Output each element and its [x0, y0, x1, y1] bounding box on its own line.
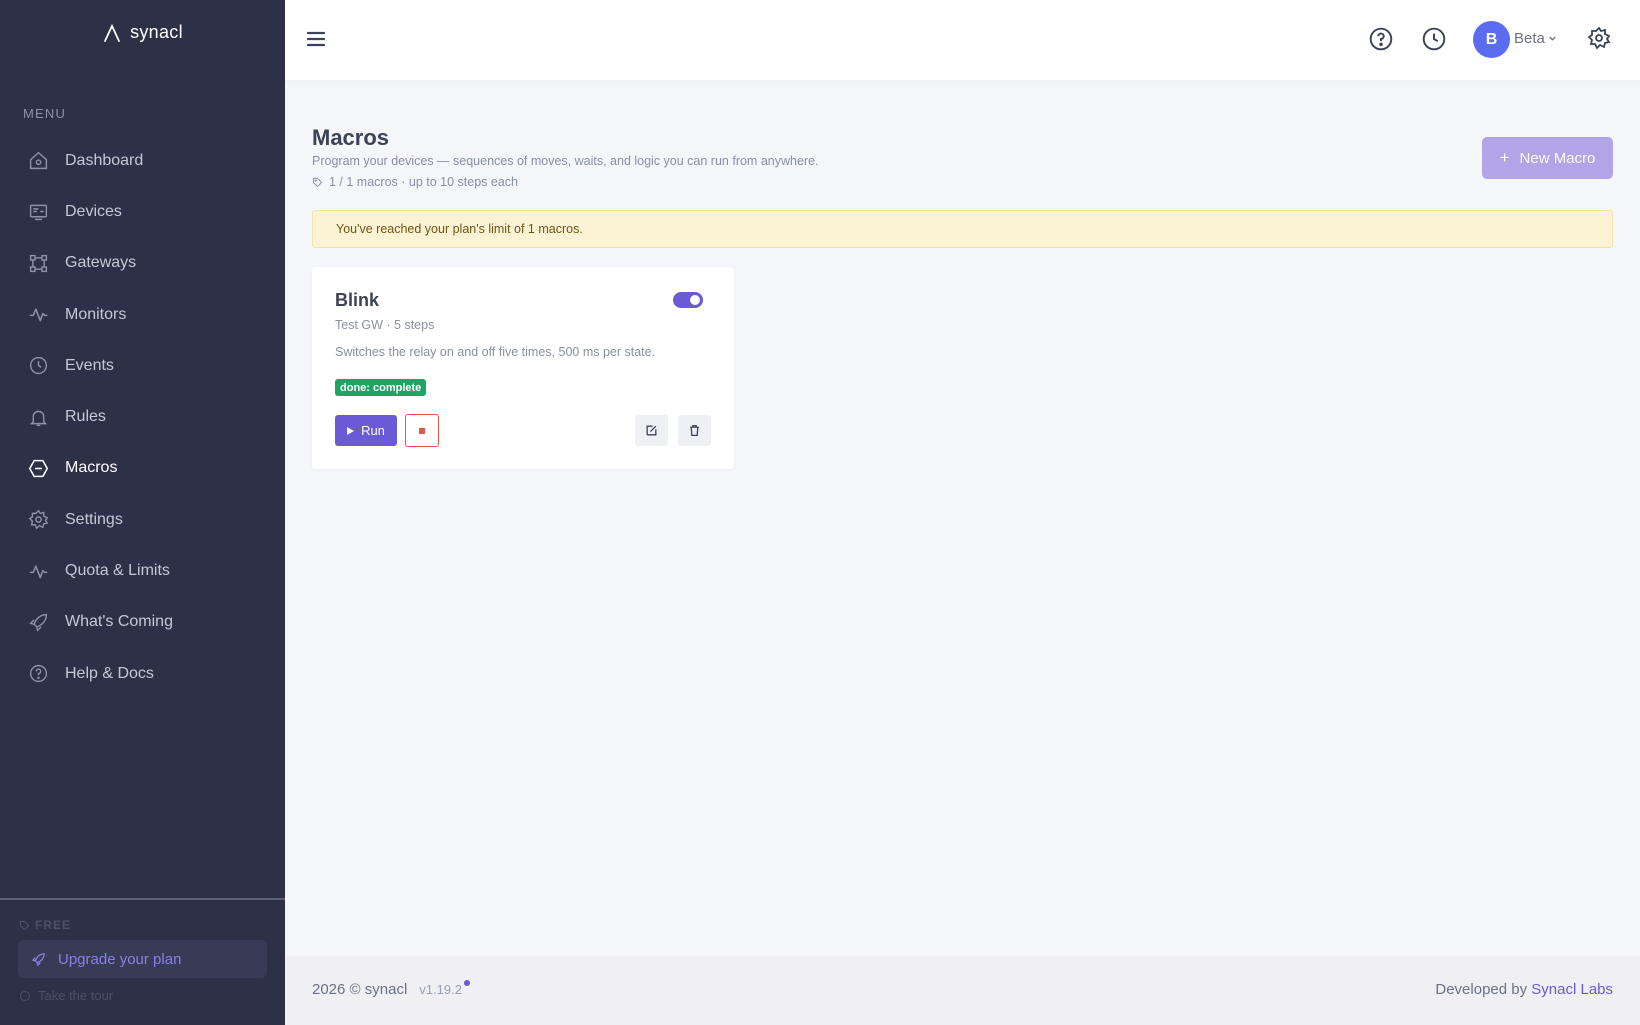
macro-enabled-toggle[interactable]: [673, 292, 703, 308]
gateway-icon: [27, 252, 49, 274]
top-header: B Beta: [285, 0, 1640, 80]
help-icon: [27, 663, 49, 685]
take-tour-link[interactable]: Take the tour: [19, 988, 113, 1003]
sidebar-nav: Dashboard Devices Gateways Monitors Even…: [0, 135, 285, 699]
sidebar-item-help[interactable]: Help & Docs: [0, 648, 285, 699]
sidebar-item-gateways[interactable]: Gateways: [0, 238, 285, 289]
sidebar-item-settings[interactable]: Settings: [0, 494, 285, 545]
help-icon: [20, 990, 30, 1001]
trash-icon: [690, 424, 699, 437]
upgrade-plan-button[interactable]: Upgrade your plan: [18, 940, 267, 978]
macro-card: Blink Test GW · 5 steps Switches the rel…: [312, 267, 734, 469]
take-tour-label: Take the tour: [38, 988, 114, 1003]
macro-description: Switches the relay on and off five times…: [335, 345, 656, 359]
home-icon: [27, 150, 49, 172]
user-name: Beta: [1514, 30, 1545, 47]
sidebar-item-rules[interactable]: Rules: [0, 391, 285, 442]
tag-icon: [312, 177, 323, 187]
sidebar-item-label: Help & Docs: [65, 664, 154, 682]
play-icon: [347, 426, 355, 435]
plan-limit-alert: You've reached your plan's limit of 1 ma…: [312, 210, 1613, 248]
macro-name: Blink: [335, 290, 380, 310]
page-title: Macros: [312, 125, 390, 150]
run-label: Run: [361, 423, 385, 438]
gear-icon: [27, 509, 49, 531]
edit-button[interactable]: [635, 415, 668, 446]
sidebar-item-whats-coming[interactable]: What's Coming: [0, 597, 285, 648]
developed-by: Developed by: [1435, 981, 1528, 998]
sidebar-item-label: Macros: [65, 459, 118, 477]
upgrade-plan-label: Upgrade your plan: [58, 950, 182, 968]
delete-button[interactable]: [678, 415, 711, 446]
macro-usage-text: 1 / 1 macros · up to 10 steps each: [329, 175, 518, 189]
sidebar-item-quota[interactable]: Quota & Limits: [0, 545, 285, 596]
devices-icon: [27, 201, 49, 223]
page-footer: 2026 © synacl v1.19.2 Developed by Synac…: [285, 956, 1640, 1025]
sidebar-item-devices[interactable]: Devices: [0, 186, 285, 237]
pulse-icon: [27, 560, 49, 582]
clock-icon: [27, 355, 49, 377]
sidebar-item-label: Gateways: [65, 254, 137, 272]
company-link[interactable]: Synacl Labs: [1531, 981, 1613, 998]
sidebar-footer: FREE Upgrade your plan Take the tour: [0, 898, 285, 1025]
plan-tier-label: FREE: [35, 918, 72, 932]
sidebar-item-label: Quota & Limits: [65, 562, 170, 580]
update-dot-icon: [463, 980, 470, 986]
sidebar-item-label: Dashboard: [65, 151, 144, 169]
page-subtitle: Program your devices — sequences of move…: [312, 154, 819, 168]
version-text: v1.19.2: [419, 982, 462, 997]
sidebar-item-dashboard[interactable]: Dashboard: [0, 135, 285, 186]
avatar[interactable]: B: [1473, 21, 1510, 58]
plan-tier: FREE: [19, 918, 71, 932]
sidebar-item-macros[interactable]: Macros: [0, 443, 285, 494]
tag-icon: [19, 920, 30, 930]
rocket-icon: [27, 611, 49, 633]
menu-label: MENU: [23, 106, 67, 121]
macro-usage: 1 / 1 macros · up to 10 steps each: [312, 175, 518, 189]
copyright: 2026 © synacl: [312, 981, 408, 998]
edit-icon: [646, 425, 657, 436]
sidebar: synacl MENU Dashboard Devices Gateways M…: [0, 0, 285, 1025]
sidebar-item-label: Devices: [65, 202, 122, 220]
status-badge: done: complete: [335, 379, 427, 396]
sidebar-item-label: What's Coming: [65, 613, 173, 631]
chevron-down-icon: [1549, 36, 1556, 41]
menu-toggle-icon[interactable]: [305, 27, 327, 51]
stop-button[interactable]: [405, 414, 439, 447]
sidebar-item-label: Rules: [65, 408, 106, 426]
pulse-icon: [27, 304, 49, 326]
footer-right: Developed by Synacl Labs: [1435, 981, 1613, 998]
sidebar-item-monitors[interactable]: Monitors: [0, 289, 285, 340]
version-badge: v1.19.2: [419, 980, 470, 997]
history-icon[interactable]: [1421, 26, 1447, 52]
macro-meta: Test GW · 5 steps: [335, 318, 435, 332]
run-button[interactable]: Run: [335, 415, 397, 446]
new-macro-label: New Macro: [1519, 149, 1596, 167]
brand-logo[interactable]: synacl: [0, 22, 285, 43]
stop-icon: [419, 427, 425, 434]
gear-icon[interactable]: [1587, 26, 1613, 52]
footer-left: 2026 © synacl v1.19.2: [312, 980, 470, 998]
brand-name: synacl: [130, 22, 183, 42]
bell-icon: [27, 406, 49, 428]
help-icon[interactable]: [1368, 26, 1394, 52]
hexagon-icon: [27, 457, 49, 479]
plan-limit-text: You've reached your plan's limit of 1 ma…: [336, 222, 583, 236]
plus-icon: +: [1499, 148, 1510, 167]
sidebar-item-label: Events: [65, 356, 114, 374]
new-macro-button[interactable]: + New Macro: [1482, 137, 1613, 179]
logo-icon: [104, 23, 120, 42]
user-menu[interactable]: Beta: [1514, 30, 1557, 47]
sidebar-item-events[interactable]: Events: [0, 340, 285, 391]
rocket-icon: [31, 952, 45, 966]
sidebar-item-label: Monitors: [65, 305, 127, 323]
sidebar-item-label: Settings: [65, 510, 123, 528]
